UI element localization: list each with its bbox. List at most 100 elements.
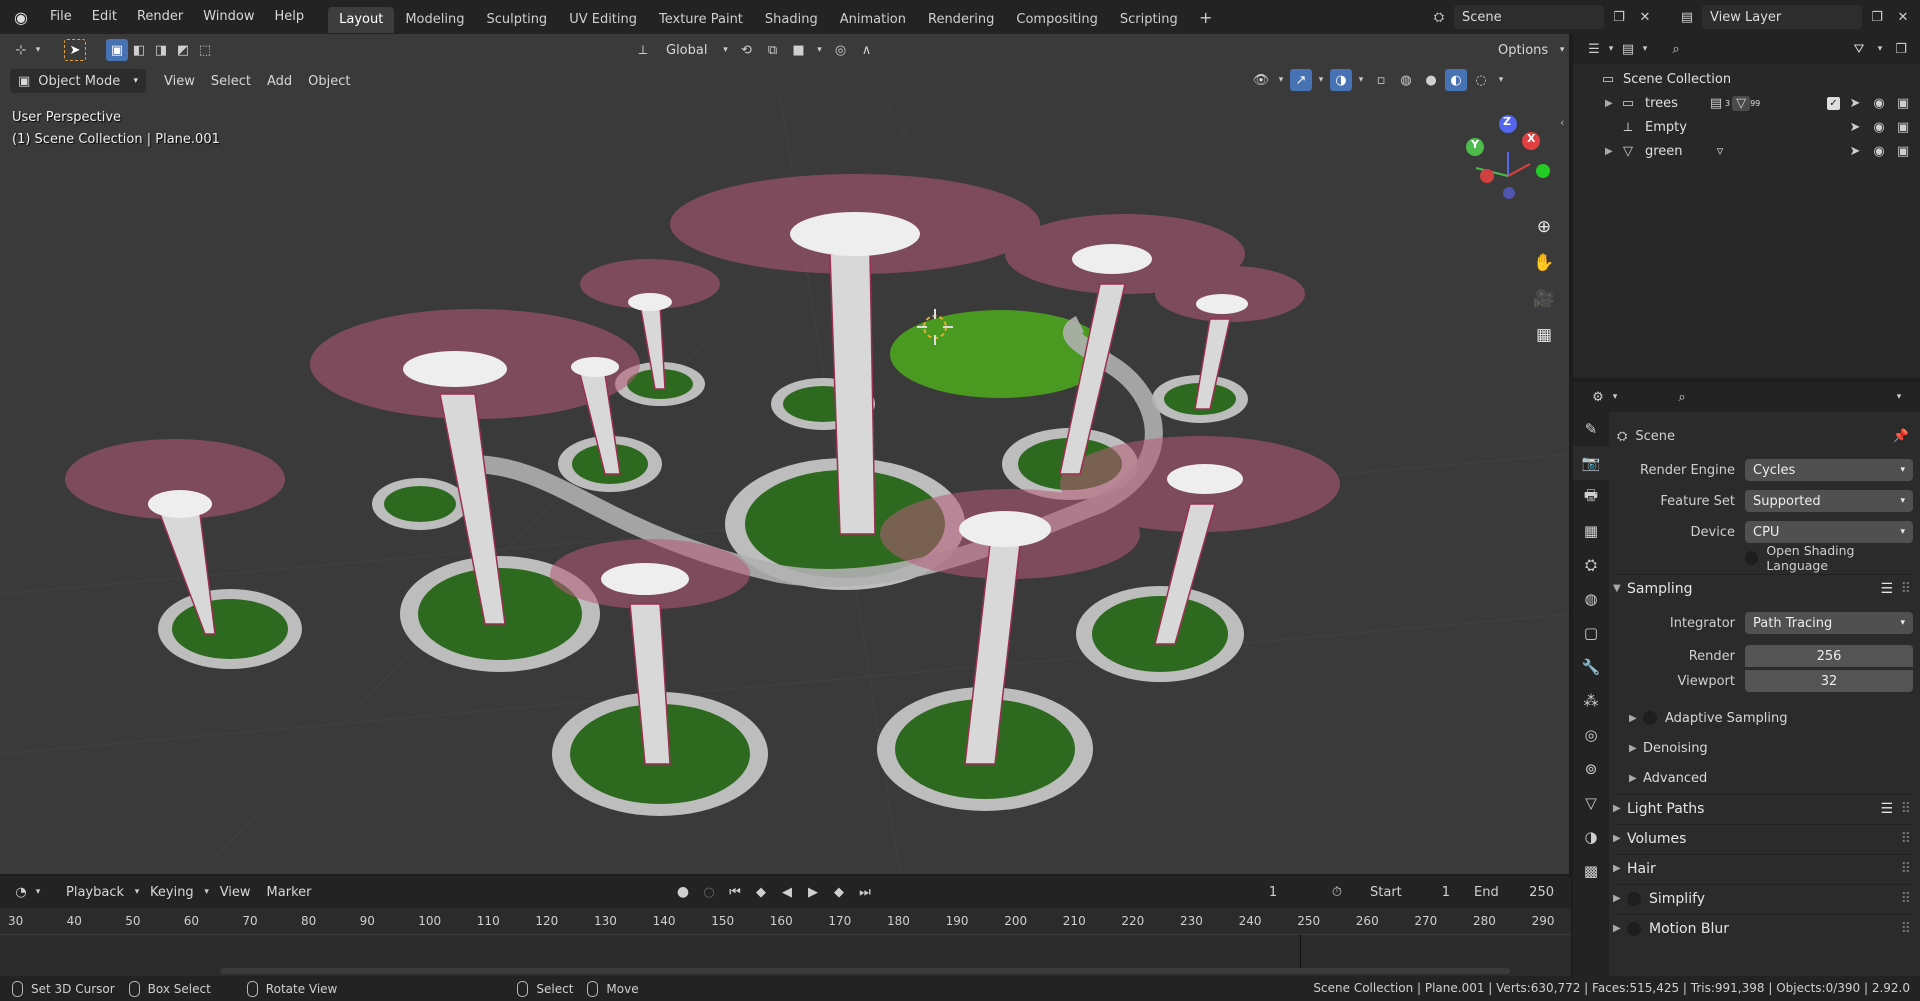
tab-rendering[interactable]: Rendering <box>917 7 1005 33</box>
gizmo-z-label[interactable]: Z <box>1503 115 1511 128</box>
options-button[interactable]: Options <box>1490 38 1556 62</box>
outliner-item-empty[interactable]: ⟂ Empty ➤ ◉ ▣ <box>1573 115 1920 139</box>
gizmo-y-label[interactable]: Y <box>1471 138 1479 151</box>
pivot-point-icon[interactable]: ⟲ <box>735 39 757 61</box>
gizmo-toggle-icon[interactable]: ↗ <box>1290 69 1312 91</box>
camera-view-icon[interactable]: 🎥 <box>1529 284 1559 314</box>
material-shading-icon[interactable]: ◐ <box>1445 69 1467 91</box>
tab-compositing[interactable]: Compositing <box>1005 7 1109 33</box>
close-scene-icon[interactable]: ✕ <box>1634 6 1656 28</box>
visibility-icon[interactable]: 👁 <box>1250 69 1272 91</box>
ortho-grid-icon[interactable]: ▦ <box>1529 320 1559 350</box>
camera-render-icon[interactable]: ▣ <box>1894 144 1912 159</box>
data-tab-icon[interactable]: ▽ <box>1573 786 1609 820</box>
chevron-down-icon[interactable]: ▾ <box>1556 39 1568 61</box>
tab-modeling[interactable]: Modeling <box>394 7 475 33</box>
presets-list-icon[interactable]: ☰ <box>1880 801 1893 817</box>
display-mode-icon[interactable]: ▤ <box>1617 38 1639 60</box>
particles-tab-icon[interactable]: ⁂ <box>1573 684 1609 718</box>
properties-editor-type-icon[interactable]: ⚙ <box>1587 386 1609 408</box>
menu-render[interactable]: Render <box>127 0 193 34</box>
render-engine-dropdown[interactable]: Cycles ▾ <box>1745 459 1913 481</box>
adaptive-sampling-subpanel[interactable]: ▶ Adaptive Sampling <box>1629 705 1913 731</box>
motion-blur-panel-header[interactable]: ▶ Motion Blur ⠿ <box>1613 914 1913 942</box>
chevron-down-icon[interactable]: ▾ <box>1275 69 1287 91</box>
menu-help[interactable]: Help <box>265 0 315 34</box>
pan-hand-icon[interactable]: ✋ <box>1529 248 1559 278</box>
new-collection-icon[interactable]: ❐ <box>1890 38 1912 60</box>
scene-tab-icon[interactable]: ⛭ <box>1573 548 1609 582</box>
blender-logo-icon[interactable]: ◉ <box>10 6 32 28</box>
snap-icon[interactable]: ⧉ <box>761 39 783 61</box>
select-tool-icon[interactable]: ➤ <box>64 39 86 61</box>
modifier-tab-icon[interactable]: 🔧 <box>1573 650 1609 684</box>
scene-name-field[interactable]: Scene <box>1454 5 1604 29</box>
world-tab-icon[interactable]: ◍ <box>1573 582 1609 616</box>
chevron-down-icon[interactable]: ▾ <box>1874 38 1886 60</box>
drag-handle-icon[interactable]: ⠿ <box>1901 921 1911 937</box>
viewport-menu-select[interactable]: Select <box>203 69 259 93</box>
orientation-icon[interactable]: ⟂ <box>632 39 654 61</box>
camera-render-icon[interactable]: ▣ <box>1894 120 1912 135</box>
exclude-checkbox-icon[interactable]: ✓ <box>1827 96 1840 110</box>
osl-row[interactable]: Open Shading Language <box>1613 543 1913 573</box>
select-box-subtract-icon[interactable]: ◨ <box>150 39 172 61</box>
solid-shading-icon[interactable]: ● <box>1420 69 1442 91</box>
chevron-down-icon[interactable]: ▾ <box>32 39 44 61</box>
tool-tab-icon[interactable]: ✎ <box>1573 412 1609 446</box>
light-paths-panel-header[interactable]: ▶ Light Paths ☰ ⠿ <box>1613 794 1913 822</box>
output-tab-icon[interactable]: 🖶 <box>1573 480 1609 514</box>
sampling-panel-header[interactable]: ▼ Sampling ☰ ⠿ <box>1613 574 1913 602</box>
options-menu[interactable]: Options ▾ <box>1490 38 1568 62</box>
select-box-invert-icon[interactable]: ◩ <box>172 39 194 61</box>
overlays-toggle-icon[interactable]: ◑ <box>1330 69 1352 91</box>
material-tab-icon[interactable]: ◑ <box>1573 820 1609 854</box>
add-workspace-button[interactable]: + <box>1195 6 1217 28</box>
drag-handle-icon[interactable]: ⠿ <box>1901 581 1911 597</box>
chevron-down-icon[interactable]: ▾ <box>1639 38 1651 60</box>
pin-icon[interactable]: 📌 <box>1893 429 1909 444</box>
osl-checkbox[interactable] <box>1745 551 1759 565</box>
tab-scripting[interactable]: Scripting <box>1109 7 1189 33</box>
transform-orientation-dropdown[interactable]: Global <box>658 38 715 62</box>
selectable-arrow-icon[interactable]: ➤ <box>1846 120 1864 135</box>
presets-list-icon[interactable]: ☰ <box>1880 581 1893 597</box>
chevron-down-icon[interactable]: ▾ <box>1495 69 1507 91</box>
expand-arrow-icon[interactable]: ▶ <box>1605 98 1619 109</box>
render-samples-field[interactable]: 256 <box>1745 645 1913 667</box>
falloff-icon[interactable]: ∧ <box>855 39 877 61</box>
outliner-item-trees[interactable]: ▶ ▭ trees ▤ 3 ▽ 99 ✓ ➤ ◉ ▣ <box>1573 91 1920 115</box>
denoising-subpanel[interactable]: ▶ Denoising <box>1629 735 1913 761</box>
device-dropdown[interactable]: CPU ▾ <box>1745 521 1913 543</box>
view-layer-tab-icon[interactable]: ▦ <box>1573 514 1609 548</box>
adaptive-sampling-checkbox[interactable] <box>1643 711 1657 725</box>
outliner-editor-type-icon[interactable]: ☰ <box>1583 38 1605 60</box>
object-mode-dropdown[interactable]: ▣ Object Mode ▾ <box>10 69 146 93</box>
hair-panel-header[interactable]: ▶ Hair ⠿ <box>1613 854 1913 882</box>
outliner-search-icon[interactable]: ⌕ <box>1665 38 1687 60</box>
tab-texture-paint[interactable]: Texture Paint <box>648 7 754 33</box>
select-box-intersect-icon[interactable]: ⬚ <box>194 39 216 61</box>
scene-icon[interactable]: ⛭ <box>1428 6 1450 28</box>
gizmo-x-label[interactable]: X <box>1527 132 1535 145</box>
expand-arrow-icon[interactable]: ▶ <box>1605 146 1619 157</box>
viewport-menu-object[interactable]: Object <box>300 69 358 93</box>
menu-file[interactable]: File <box>40 0 82 34</box>
tab-layout[interactable]: Layout <box>328 7 395 33</box>
transform-pivot-icon[interactable]: ⊹ <box>10 39 32 61</box>
chevron-down-icon[interactable]: ▾ <box>1605 38 1617 60</box>
wireframe-shading-icon[interactable]: ◍ <box>1395 69 1417 91</box>
tab-shading[interactable]: Shading <box>754 7 829 33</box>
proportional-edit-icon[interactable]: ◎ <box>829 39 851 61</box>
filter-icon[interactable]: ⛛ <box>1848 38 1870 60</box>
eye-icon[interactable]: ◉ <box>1870 96 1888 111</box>
chevron-down-icon[interactable]: ▾ <box>1888 386 1910 408</box>
copy-scene-icon[interactable]: ❐ <box>1608 6 1630 28</box>
tab-sculpting[interactable]: Sculpting <box>475 7 558 33</box>
menu-edit[interactable]: Edit <box>82 0 127 34</box>
texture-tab-icon[interactable]: ▩ <box>1573 854 1609 888</box>
chevron-down-icon[interactable]: ▾ <box>1355 69 1367 91</box>
drag-handle-icon[interactable]: ⠿ <box>1901 891 1911 907</box>
viewport-menu-add[interactable]: Add <box>259 69 300 93</box>
integrator-dropdown[interactable]: Path Tracing ▾ <box>1745 612 1913 634</box>
